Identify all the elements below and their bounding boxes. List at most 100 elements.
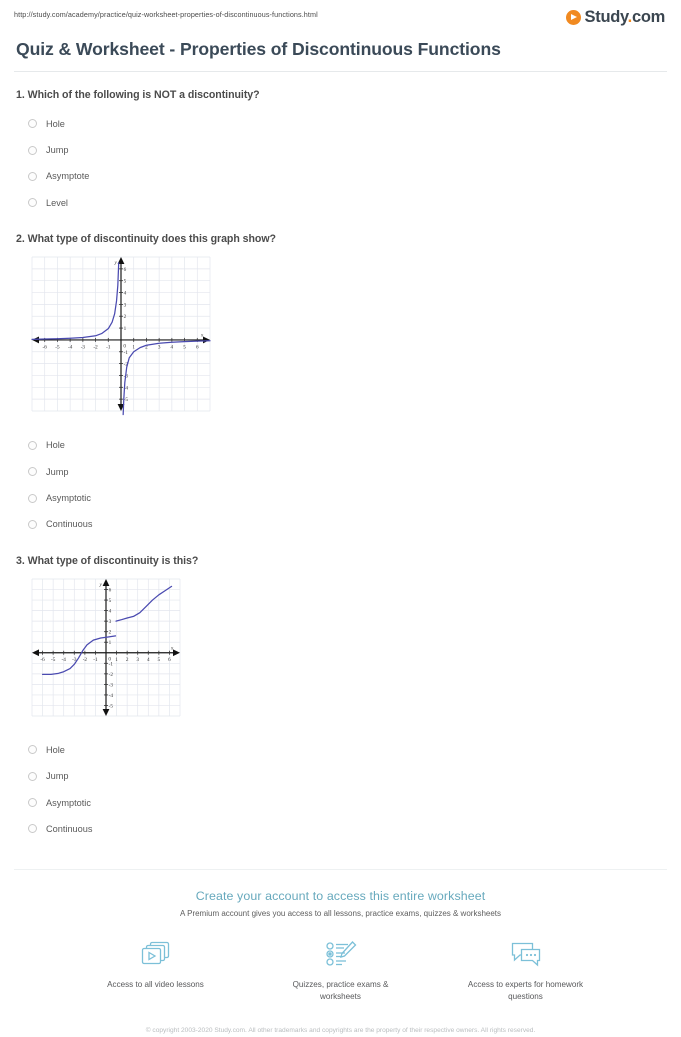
radio-button-icon[interactable] xyxy=(28,519,37,529)
svg-text:y: y xyxy=(99,583,103,588)
svg-text:5: 5 xyxy=(124,279,127,285)
svg-text:1: 1 xyxy=(132,344,135,350)
svg-text:4: 4 xyxy=(124,291,127,297)
svg-text:3: 3 xyxy=(136,657,139,663)
svg-text:3: 3 xyxy=(109,619,112,625)
radio-button-icon[interactable] xyxy=(28,493,37,503)
svg-text:1: 1 xyxy=(109,640,112,646)
svg-text:1: 1 xyxy=(124,326,127,332)
radio-button-icon[interactable] xyxy=(28,119,37,129)
svg-text:5: 5 xyxy=(158,657,161,663)
choice-option[interactable]: Jump xyxy=(16,137,667,163)
svg-text:5: 5 xyxy=(109,598,112,604)
choice-label: Jump xyxy=(46,145,69,156)
svg-text:3: 3 xyxy=(124,302,127,308)
radio-button-icon[interactable] xyxy=(28,171,37,181)
video-play-cards-icon xyxy=(94,937,218,973)
choice-label: Asymptotic xyxy=(46,797,91,808)
svg-text:-3: -3 xyxy=(81,344,86,350)
choice-option[interactable]: Jump xyxy=(16,458,667,484)
radio-button-icon[interactable] xyxy=(28,467,37,477)
choice-option[interactable]: Hole xyxy=(16,737,667,763)
choice-option[interactable]: Hole xyxy=(16,111,667,137)
svg-text:6: 6 xyxy=(124,267,127,273)
question-2-choices: Hole Jump Asymptotic Continuous xyxy=(16,432,667,538)
asymptote-graph-svg: -6 -5 -4 -3 -2 -1 1 2 3 4 5 6-5-4-3-2-11234560xy xyxy=(31,256,211,416)
svg-text:0: 0 xyxy=(123,344,126,350)
feature-expert-help: Access to experts for homework questions xyxy=(464,937,588,1002)
cta-headline[interactable]: Create your account to access this entir… xyxy=(14,889,667,903)
svg-text:4: 4 xyxy=(171,344,174,350)
choice-label: Jump xyxy=(46,466,69,477)
choice-label: Asymptotic xyxy=(46,493,91,504)
question-3-graph: -6 -5 -4 -3 -2 -1 1 2 3 4 5 6 -5 -4 -3 -2 -1 1 2 3 4 5 6 0 x y xyxy=(26,574,667,727)
choice-option[interactable]: Asymptotic xyxy=(16,789,667,815)
svg-text:6: 6 xyxy=(196,344,199,350)
svg-text:-4: -4 xyxy=(68,344,73,350)
svg-text:-5: -5 xyxy=(109,703,114,709)
svg-text:-5: -5 xyxy=(51,657,56,663)
page-url: http://study.com/academy/practice/quiz-w… xyxy=(14,10,318,19)
title-divider xyxy=(14,70,667,72)
svg-text:-3: -3 xyxy=(109,682,114,688)
choice-option[interactable]: Level xyxy=(16,190,667,216)
choice-label: Level xyxy=(46,197,68,208)
svg-text:2: 2 xyxy=(109,629,112,635)
svg-text:3: 3 xyxy=(158,344,161,350)
feature-label: Access to experts for homework questions xyxy=(467,980,584,1001)
svg-text:-2: -2 xyxy=(109,671,114,677)
question-3-text: 3. What type of discontinuity is this? xyxy=(16,554,199,567)
radio-button-icon[interactable] xyxy=(28,771,37,781)
choice-option[interactable]: Continuous xyxy=(16,816,667,842)
svg-text:-2: -2 xyxy=(83,657,88,663)
browser-print-header: http://study.com/academy/practice/quiz-w… xyxy=(14,0,667,26)
svg-text:-6: -6 xyxy=(43,344,48,350)
feature-label: Quizzes, practice exams & worksheets xyxy=(292,980,389,1001)
choice-option[interactable]: Hole xyxy=(16,432,667,458)
choice-option[interactable]: Asymptotic xyxy=(16,485,667,511)
choice-label: Hole xyxy=(46,744,65,755)
logo-name: Study xyxy=(584,8,628,26)
jump-graph-svg: -6 -5 -4 -3 -2 -1 1 2 3 4 5 6-5-4-3-2-11234560xy xyxy=(31,578,181,716)
svg-text:-6: -6 xyxy=(40,657,45,663)
svg-text:y: y xyxy=(114,261,118,266)
choice-label: Hole xyxy=(46,440,65,451)
question-1-choices: Hole Jump Asymptote Level xyxy=(16,111,667,217)
svg-text:4: 4 xyxy=(109,608,112,614)
cta-subtext: A Premium account gives you access to al… xyxy=(179,909,502,919)
chat-bubbles-icon xyxy=(464,937,588,973)
choice-label: Asymptote xyxy=(46,171,90,182)
question-2-text: 2. What type of discontinuity does this … xyxy=(16,233,276,246)
question-2-graph: -6 -5 -4 -3 -2 -1 1 2 3 4 5 6 -5 -4 -3 -2 -1 1 2 3 4 5 6 0 x y xyxy=(26,252,667,422)
choice-option[interactable]: Continuous xyxy=(16,511,667,537)
svg-text:-2: -2 xyxy=(93,344,98,350)
radio-button-icon[interactable] xyxy=(28,798,37,808)
question-1: 1. Which of the following is NOT a disco… xyxy=(14,89,667,217)
logo-tld: com xyxy=(631,8,665,26)
radio-button-icon[interactable] xyxy=(28,440,37,450)
study-com-logo[interactable]: Study.com xyxy=(565,8,667,26)
choice-option[interactable]: Jump xyxy=(16,763,667,789)
quiz-list-pencil-icon xyxy=(279,937,403,973)
svg-text:-4: -4 xyxy=(109,693,114,699)
question-1-text: 1. Which of the following is NOT a disco… xyxy=(16,88,260,101)
choice-label: Hole xyxy=(46,118,65,129)
choice-option[interactable]: Asymptote xyxy=(16,163,667,189)
radio-button-icon[interactable] xyxy=(28,198,37,208)
radio-button-icon[interactable] xyxy=(28,145,37,155)
feature-quizzes: Quizzes, practice exams & worksheets xyxy=(279,937,403,1002)
svg-text:-1: -1 xyxy=(93,657,98,663)
svg-text:6: 6 xyxy=(168,657,171,663)
choice-label: Jump xyxy=(46,771,69,782)
svg-text:1: 1 xyxy=(115,657,118,663)
page-title: Quiz & Worksheet - Properties of Discont… xyxy=(16,38,501,59)
svg-text:2: 2 xyxy=(126,657,129,663)
question-3: 3. What type of discontinuity is this? -… xyxy=(14,555,667,843)
svg-text:-1: -1 xyxy=(124,350,129,356)
radio-button-icon[interactable] xyxy=(28,824,37,834)
svg-text:0: 0 xyxy=(108,656,111,662)
svg-text:-5: -5 xyxy=(55,344,60,350)
radio-button-icon[interactable] xyxy=(28,745,37,755)
worksheet-page: http://study.com/academy/practice/quiz-w… xyxy=(0,0,681,1034)
svg-text:-1: -1 xyxy=(106,344,111,350)
